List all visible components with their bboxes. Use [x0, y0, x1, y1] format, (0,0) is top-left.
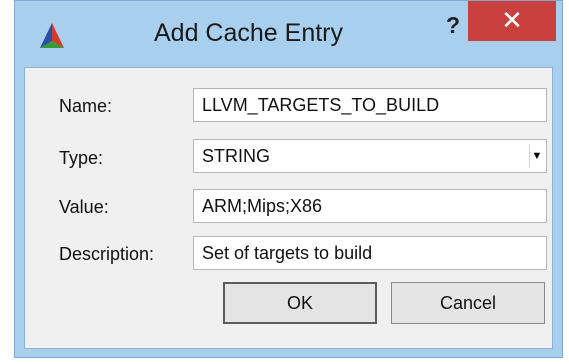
type-label: Type:	[59, 148, 104, 168]
name-label: Name:	[59, 96, 113, 116]
close-button[interactable]: ✕	[468, 1, 556, 41]
description-field[interactable]: Set of targets to build	[193, 236, 547, 270]
value-label: Value:	[59, 197, 109, 217]
ok-button[interactable]: OK	[223, 282, 377, 324]
cancel-button[interactable]: Cancel	[391, 282, 545, 324]
dialog-body: Name: LLVM_TARGETS_TO_BUILD Type: STRING…	[24, 67, 553, 349]
name-field[interactable]: LLVM_TARGETS_TO_BUILD	[193, 88, 547, 122]
description-label: Description:	[59, 244, 155, 264]
dropdown-arrow-icon[interactable]: ▼	[529, 144, 544, 168]
add-cache-entry-dialog: Add Cache Entry ? ✕ Name: LLVM_TARGETS_T…	[14, 0, 563, 358]
type-dropdown-value: STRING	[202, 146, 271, 166]
type-dropdown[interactable]: STRING ▼	[193, 139, 547, 173]
title-bar[interactable]: Add Cache Entry ? ✕	[15, 1, 562, 63]
help-button[interactable]: ?	[433, 11, 473, 43]
value-field[interactable]: ARM;Mips;X86	[193, 189, 547, 223]
